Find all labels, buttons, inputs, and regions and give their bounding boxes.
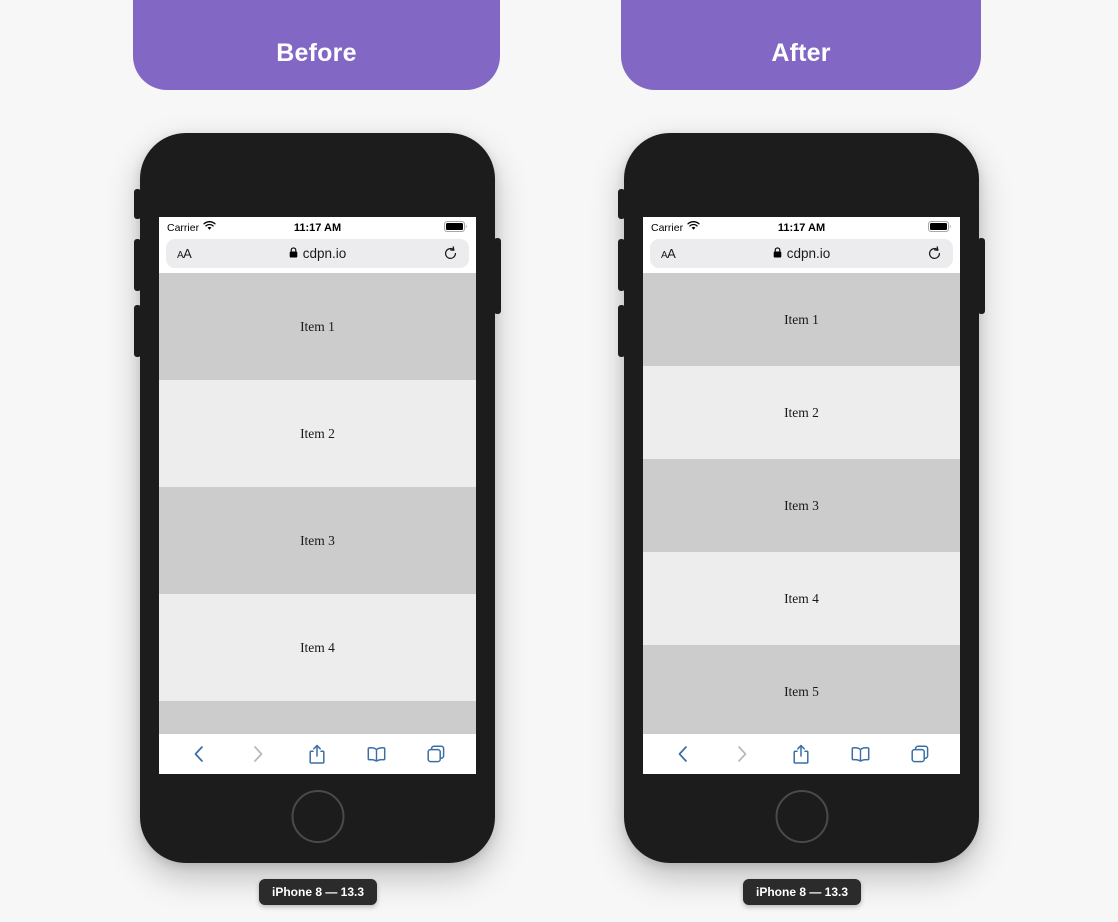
text-size-button[interactable]: AA xyxy=(177,246,192,261)
power-button[interactable] xyxy=(978,238,985,314)
ios-status-bar: Carrier 11:17 AM xyxy=(643,217,960,238)
list-item[interactable]: Item 3 xyxy=(159,487,476,594)
wifi-icon xyxy=(687,221,700,234)
text-size-button[interactable]: AA xyxy=(661,246,676,261)
phone-screen: Carrier 11:17 AM AA cdpn.io Item 1 Item … xyxy=(159,217,476,774)
silent-switch-button[interactable] xyxy=(134,189,141,219)
power-button[interactable] xyxy=(494,238,501,314)
phone-mock-after: Carrier 11:17 AM AA cdpn.io Item 1 Item … xyxy=(618,133,985,863)
list-item[interactable] xyxy=(159,701,476,734)
lock-icon xyxy=(289,245,298,263)
carrier-label: Carrier xyxy=(651,221,684,234)
share-icon[interactable] xyxy=(302,739,332,769)
phone-screen: Carrier 11:17 AM AA cdpn.io Item 1 Item … xyxy=(643,217,960,774)
bookmarks-icon[interactable] xyxy=(362,739,392,769)
url-display[interactable]: cdpn.io xyxy=(166,245,469,263)
list-item[interactable]: Item 4 xyxy=(643,552,960,645)
back-icon[interactable] xyxy=(184,739,214,769)
list-item[interactable]: Item 2 xyxy=(159,380,476,487)
ios-status-bar: Carrier 11:17 AM xyxy=(159,217,476,238)
caption-panel-before: Before xyxy=(133,0,500,90)
volume-down-button[interactable] xyxy=(618,305,625,357)
status-bar-clock: 11:17 AM xyxy=(293,221,342,234)
caption-panel-after: After xyxy=(621,0,981,90)
phone-frame: Carrier 11:17 AM AA cdpn.io Item 1 Item … xyxy=(618,133,985,863)
url-display[interactable]: cdpn.io xyxy=(650,245,953,263)
share-icon[interactable] xyxy=(786,739,816,769)
battery-full-icon xyxy=(928,220,952,235)
status-bar-left: Carrier xyxy=(651,221,778,234)
url-text: cdpn.io xyxy=(786,246,831,261)
bookmarks-icon[interactable] xyxy=(846,739,876,769)
list-item[interactable]: Item 1 xyxy=(159,273,476,380)
phone-mock-before: Carrier 11:17 AM AA cdpn.io Item 1 Item … xyxy=(134,133,501,863)
forward-icon xyxy=(727,739,757,769)
page-content-list[interactable]: Item 1 Item 2 Item 3 Item 4 xyxy=(159,273,476,734)
safari-bottom-toolbar xyxy=(643,734,960,774)
home-button[interactable] xyxy=(775,790,828,843)
safari-url-bar[interactable]: AA cdpn.io xyxy=(650,239,953,268)
tabs-icon[interactable] xyxy=(905,739,935,769)
battery-full-icon xyxy=(444,220,468,235)
tabs-icon[interactable] xyxy=(421,739,451,769)
status-bar-left: Carrier xyxy=(167,221,294,234)
reload-icon[interactable] xyxy=(927,246,942,261)
home-button[interactable] xyxy=(291,790,344,843)
volume-up-button[interactable] xyxy=(134,239,141,291)
list-item[interactable]: Item 5 xyxy=(643,645,960,734)
device-label-badge: iPhone 8 — 13.3 xyxy=(743,879,862,905)
safari-url-bar-row: AA cdpn.io xyxy=(643,238,960,273)
safari-url-bar-row: AA cdpn.io xyxy=(159,238,476,273)
status-bar-right xyxy=(341,220,468,235)
caption-label-before: Before xyxy=(276,39,357,67)
phone-frame: Carrier 11:17 AM AA cdpn.io Item 1 Item … xyxy=(134,133,501,863)
lock-icon xyxy=(773,245,782,263)
list-item[interactable]: Item 2 xyxy=(643,366,960,459)
page-content-list[interactable]: Item 1 Item 2 Item 3 Item 4 Item 5 xyxy=(643,273,960,734)
safari-url-bar[interactable]: AA cdpn.io xyxy=(166,239,469,268)
safari-bottom-toolbar xyxy=(159,734,476,774)
back-icon[interactable] xyxy=(668,739,698,769)
status-bar-right xyxy=(825,220,952,235)
list-item[interactable]: Item 3 xyxy=(643,459,960,552)
url-text: cdpn.io xyxy=(302,246,347,261)
status-bar-clock: 11:17 AM xyxy=(777,221,826,234)
reload-icon[interactable] xyxy=(443,246,458,261)
silent-switch-button[interactable] xyxy=(618,189,625,219)
device-label-badge: iPhone 8 — 13.3 xyxy=(259,879,378,905)
list-item[interactable]: Item 4 xyxy=(159,594,476,701)
forward-icon xyxy=(243,739,273,769)
wifi-icon xyxy=(203,221,216,234)
volume-up-button[interactable] xyxy=(618,239,625,291)
volume-down-button[interactable] xyxy=(134,305,141,357)
carrier-label: Carrier xyxy=(167,221,200,234)
caption-label-after: After xyxy=(771,39,831,67)
list-item[interactable]: Item 1 xyxy=(643,273,960,366)
